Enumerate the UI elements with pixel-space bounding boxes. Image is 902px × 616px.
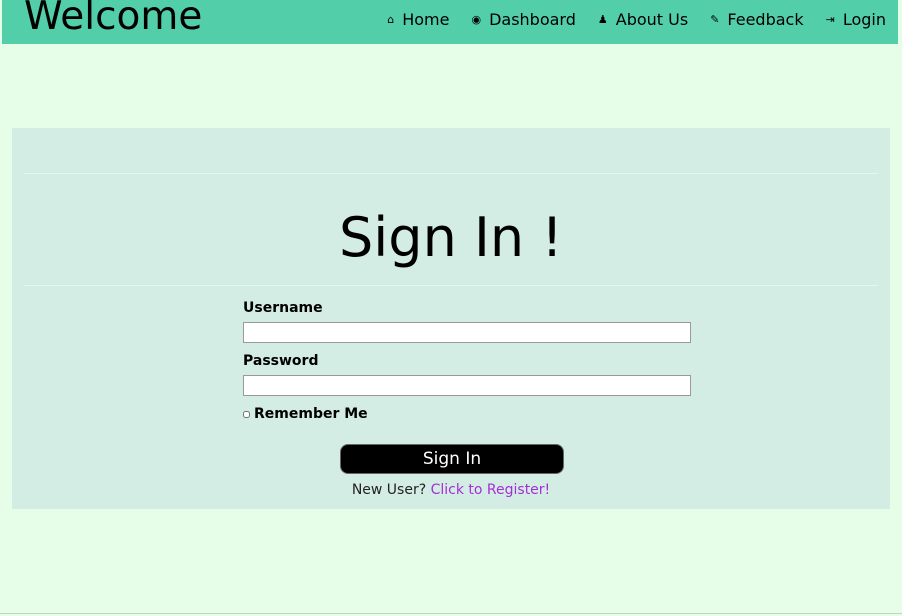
login-form: Username Password Remember Me [243, 300, 693, 422]
home-icon: ⌂ [387, 13, 395, 26]
nav-dashboard[interactable]: ◉ Dashboard [471, 10, 575, 29]
username-input[interactable] [243, 322, 691, 343]
nav-label: Dashboard [489, 10, 576, 29]
divider [24, 173, 878, 174]
password-label: Password [243, 353, 319, 369]
nav-about-us[interactable]: ♟ About Us [598, 10, 688, 29]
nav-login[interactable]: ⇥ Login [826, 10, 886, 29]
username-label: Username [243, 300, 323, 316]
page-title: Sign In ! [339, 206, 563, 269]
brand-title: Welcome [24, 0, 203, 39]
nav-label: About Us [615, 10, 689, 29]
nav-menu: ⌂ Home ◉ Dashboard ♟ About Us ✎ Feedback ⇥ Lo… [387, 10, 886, 29]
header: Welcome ⌂ Home ◉ Dashboard ♟ About Us ✎ Feed… [2, 0, 898, 44]
nav-label: Home [402, 10, 450, 29]
sign-in-button[interactable]: Sign In [340, 444, 564, 474]
remember-me-label: Remember Me [254, 406, 368, 422]
sign-in-panel: Sign In ! Username Password Remember Me … [12, 128, 890, 509]
divider [0, 613, 902, 614]
pencil-icon: ✎ [710, 13, 720, 26]
register-prompt-text: New User? [351, 482, 427, 498]
register-link[interactable]: Click to Register! [431, 482, 551, 498]
nav-home[interactable]: ⌂ Home [387, 10, 449, 29]
login-icon: ⇥ [825, 13, 835, 26]
dashboard-icon: ◉ [471, 13, 482, 26]
user-icon: ♟ [597, 13, 608, 26]
nav-label: Login [842, 10, 886, 29]
remember-me-checkbox[interactable] [243, 410, 250, 418]
password-input[interactable] [243, 375, 691, 396]
register-prompt: New User? Click to Register! [12, 482, 890, 498]
nav-feedback[interactable]: ✎ Feedback [710, 10, 803, 29]
divider [24, 285, 878, 286]
remember-me: Remember Me [243, 406, 693, 422]
nav-label: Feedback [727, 10, 804, 29]
